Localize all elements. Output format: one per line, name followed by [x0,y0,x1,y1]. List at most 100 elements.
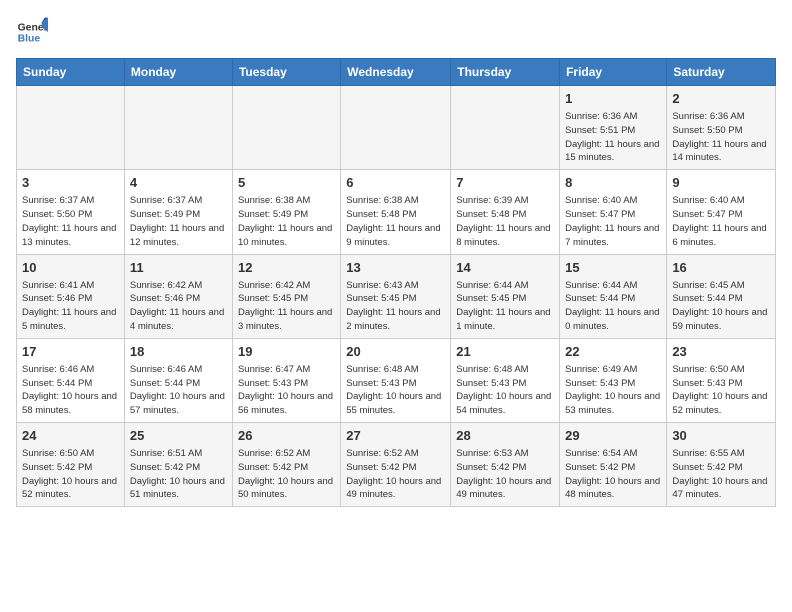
calendar-cell: 4 Sunrise: 6:37 AM Sunset: 5:49 PM Daylig… [124,170,232,254]
calendar-cell: 6 Sunrise: 6:38 AM Sunset: 5:48 PM Daylig… [341,170,451,254]
calendar-cell [17,86,125,170]
calendar-cell: 23Sunrise: 6:50 AM Sunset: 5:43 PM Dayli… [667,338,776,422]
day-info: Sunrise: 6:36 AM Sunset: 5:50 PM Dayligh… [672,110,770,165]
calendar-cell: 9 Sunrise: 6:40 AM Sunset: 5:47 PM Daylig… [667,170,776,254]
day-info: Sunrise: 6:46 AM Sunset: 5:44 PM Dayligh… [22,363,119,418]
day-number: 23 [672,343,770,361]
header-day-tuesday: Tuesday [232,59,340,86]
day-info: Sunrise: 6:38 AM Sunset: 5:49 PM Dayligh… [238,194,335,249]
day-number: 4 [130,174,227,192]
day-number: 20 [346,343,445,361]
day-info: Sunrise: 6:44 AM Sunset: 5:45 PM Dayligh… [456,279,554,334]
day-number: 24 [22,427,119,445]
day-number: 2 [672,90,770,108]
day-info: Sunrise: 6:49 AM Sunset: 5:43 PM Dayligh… [565,363,661,418]
calendar-cell: 16 Sunrise: 6:45 AM Sunset: 5:44 PM Dayli… [667,254,776,338]
calendar-cell: 26 Sunrise: 6:52 AM Sunset: 5:42 PM Dayli… [232,423,340,507]
day-info: Sunrise: 6:36 AM Sunset: 5:51 PM Dayligh… [565,110,661,165]
day-info: Sunrise: 6:52 AM Sunset: 5:42 PM Dayligh… [346,447,445,502]
day-info: Sunrise: 6:47 AM Sunset: 5:43 PM Dayligh… [238,363,335,418]
day-number: 30 [672,427,770,445]
day-number: 18 [130,343,227,361]
calendar-cell [341,86,451,170]
calendar-cell: 13 Sunrise: 6:43 AM Sunset: 5:45 PM Dayli… [341,254,451,338]
day-number: 14 [456,259,554,277]
day-info: Sunrise: 6:37 AM Sunset: 5:49 PM Dayligh… [130,194,227,249]
header: General Blue [16,16,776,48]
day-info: Sunrise: 6:50 AM Sunset: 5:42 PM Dayligh… [22,447,119,502]
day-info: Sunrise: 6:41 AM Sunset: 5:46 PM Dayligh… [22,279,119,334]
calendar-cell: 22 Sunrise: 6:49 AM Sunset: 5:43 PM Dayli… [560,338,667,422]
week-row-5: 24 Sunrise: 6:50 AM Sunset: 5:42 PM Dayli… [17,423,776,507]
header-day-wednesday: Wednesday [341,59,451,86]
day-info: Sunrise: 6:51 AM Sunset: 5:42 PM Dayligh… [130,447,227,502]
calendar-cell: 24 Sunrise: 6:50 AM Sunset: 5:42 PM Dayli… [17,423,125,507]
day-number: 16 [672,259,770,277]
calendar-cell: 28 Sunrise: 6:53 AM Sunset: 5:42 PM Dayli… [451,423,560,507]
calendar-cell: 5 Sunrise: 6:38 AM Sunset: 5:49 PM Daylig… [232,170,340,254]
calendar-cell: 17 Sunrise: 6:46 AM Sunset: 5:44 PM Dayli… [17,338,125,422]
day-number: 21 [456,343,554,361]
calendar-cell: 3Sunrise: 6:37 AM Sunset: 5:50 PM Daylig… [17,170,125,254]
day-info: Sunrise: 6:43 AM Sunset: 5:45 PM Dayligh… [346,279,445,334]
day-number: 6 [346,174,445,192]
day-number: 5 [238,174,335,192]
day-info: Sunrise: 6:53 AM Sunset: 5:42 PM Dayligh… [456,447,554,502]
svg-text:Blue: Blue [18,34,41,45]
day-info: Sunrise: 6:46 AM Sunset: 5:44 PM Dayligh… [130,363,227,418]
calendar-cell: 7 Sunrise: 6:39 AM Sunset: 5:48 PM Daylig… [451,170,560,254]
day-info: Sunrise: 6:44 AM Sunset: 5:44 PM Dayligh… [565,279,661,334]
calendar-cell: 18 Sunrise: 6:46 AM Sunset: 5:44 PM Dayli… [124,338,232,422]
calendar-cell: 10 Sunrise: 6:41 AM Sunset: 5:46 PM Dayli… [17,254,125,338]
day-number: 28 [456,427,554,445]
day-number: 15 [565,259,661,277]
header-day-friday: Friday [560,59,667,86]
calendar-cell [124,86,232,170]
day-info: Sunrise: 6:38 AM Sunset: 5:48 PM Dayligh… [346,194,445,249]
day-number: 17 [22,343,119,361]
day-info: Sunrise: 6:40 AM Sunset: 5:47 PM Dayligh… [565,194,661,249]
calendar-cell: 30 Sunrise: 6:55 AM Sunset: 5:42 PM Dayli… [667,423,776,507]
calendar-cell: 27 Sunrise: 6:52 AM Sunset: 5:42 PM Dayli… [341,423,451,507]
day-number: 7 [456,174,554,192]
week-row-4: 17 Sunrise: 6:46 AM Sunset: 5:44 PM Dayli… [17,338,776,422]
day-info: Sunrise: 6:48 AM Sunset: 5:43 PM Dayligh… [346,363,445,418]
day-number: 9 [672,174,770,192]
day-number: 12 [238,259,335,277]
calendar-cell: 12 Sunrise: 6:42 AM Sunset: 5:45 PM Dayli… [232,254,340,338]
week-row-2: 3Sunrise: 6:37 AM Sunset: 5:50 PM Daylig… [17,170,776,254]
day-number: 13 [346,259,445,277]
day-number: 10 [22,259,119,277]
calendar-cell: 11 Sunrise: 6:42 AM Sunset: 5:46 PM Dayli… [124,254,232,338]
day-number: 26 [238,427,335,445]
day-info: Sunrise: 6:48 AM Sunset: 5:43 PM Dayligh… [456,363,554,418]
day-number: 1 [565,90,661,108]
day-number: 8 [565,174,661,192]
day-info: Sunrise: 6:45 AM Sunset: 5:44 PM Dayligh… [672,279,770,334]
day-number: 25 [130,427,227,445]
day-info: Sunrise: 6:37 AM Sunset: 5:50 PM Dayligh… [22,194,119,249]
calendar-cell: 29Sunrise: 6:54 AM Sunset: 5:42 PM Dayli… [560,423,667,507]
day-number: 11 [130,259,227,277]
header-day-monday: Monday [124,59,232,86]
calendar-cell [232,86,340,170]
calendar-table: SundayMondayTuesdayWednesdayThursdayFrid… [16,58,776,507]
calendar-cell: 19Sunrise: 6:47 AM Sunset: 5:43 PM Dayli… [232,338,340,422]
day-info: Sunrise: 6:42 AM Sunset: 5:45 PM Dayligh… [238,279,335,334]
day-info: Sunrise: 6:55 AM Sunset: 5:42 PM Dayligh… [672,447,770,502]
day-info: Sunrise: 6:39 AM Sunset: 5:48 PM Dayligh… [456,194,554,249]
header-day-thursday: Thursday [451,59,560,86]
logo-icon: General Blue [16,16,48,48]
day-info: Sunrise: 6:52 AM Sunset: 5:42 PM Dayligh… [238,447,335,502]
week-row-1: 1 Sunrise: 6:36 AM Sunset: 5:51 PM Daylig… [17,86,776,170]
calendar-cell: 8 Sunrise: 6:40 AM Sunset: 5:47 PM Daylig… [560,170,667,254]
day-info: Sunrise: 6:42 AM Sunset: 5:46 PM Dayligh… [130,279,227,334]
day-number: 22 [565,343,661,361]
day-number: 27 [346,427,445,445]
day-info: Sunrise: 6:40 AM Sunset: 5:47 PM Dayligh… [672,194,770,249]
calendar-cell: 14 Sunrise: 6:44 AM Sunset: 5:45 PM Dayli… [451,254,560,338]
calendar-cell: 2 Sunrise: 6:36 AM Sunset: 5:50 PM Daylig… [667,86,776,170]
calendar-cell: 1 Sunrise: 6:36 AM Sunset: 5:51 PM Daylig… [560,86,667,170]
logo: General Blue [16,16,48,48]
calendar-cell: 15 Sunrise: 6:44 AM Sunset: 5:44 PM Dayli… [560,254,667,338]
